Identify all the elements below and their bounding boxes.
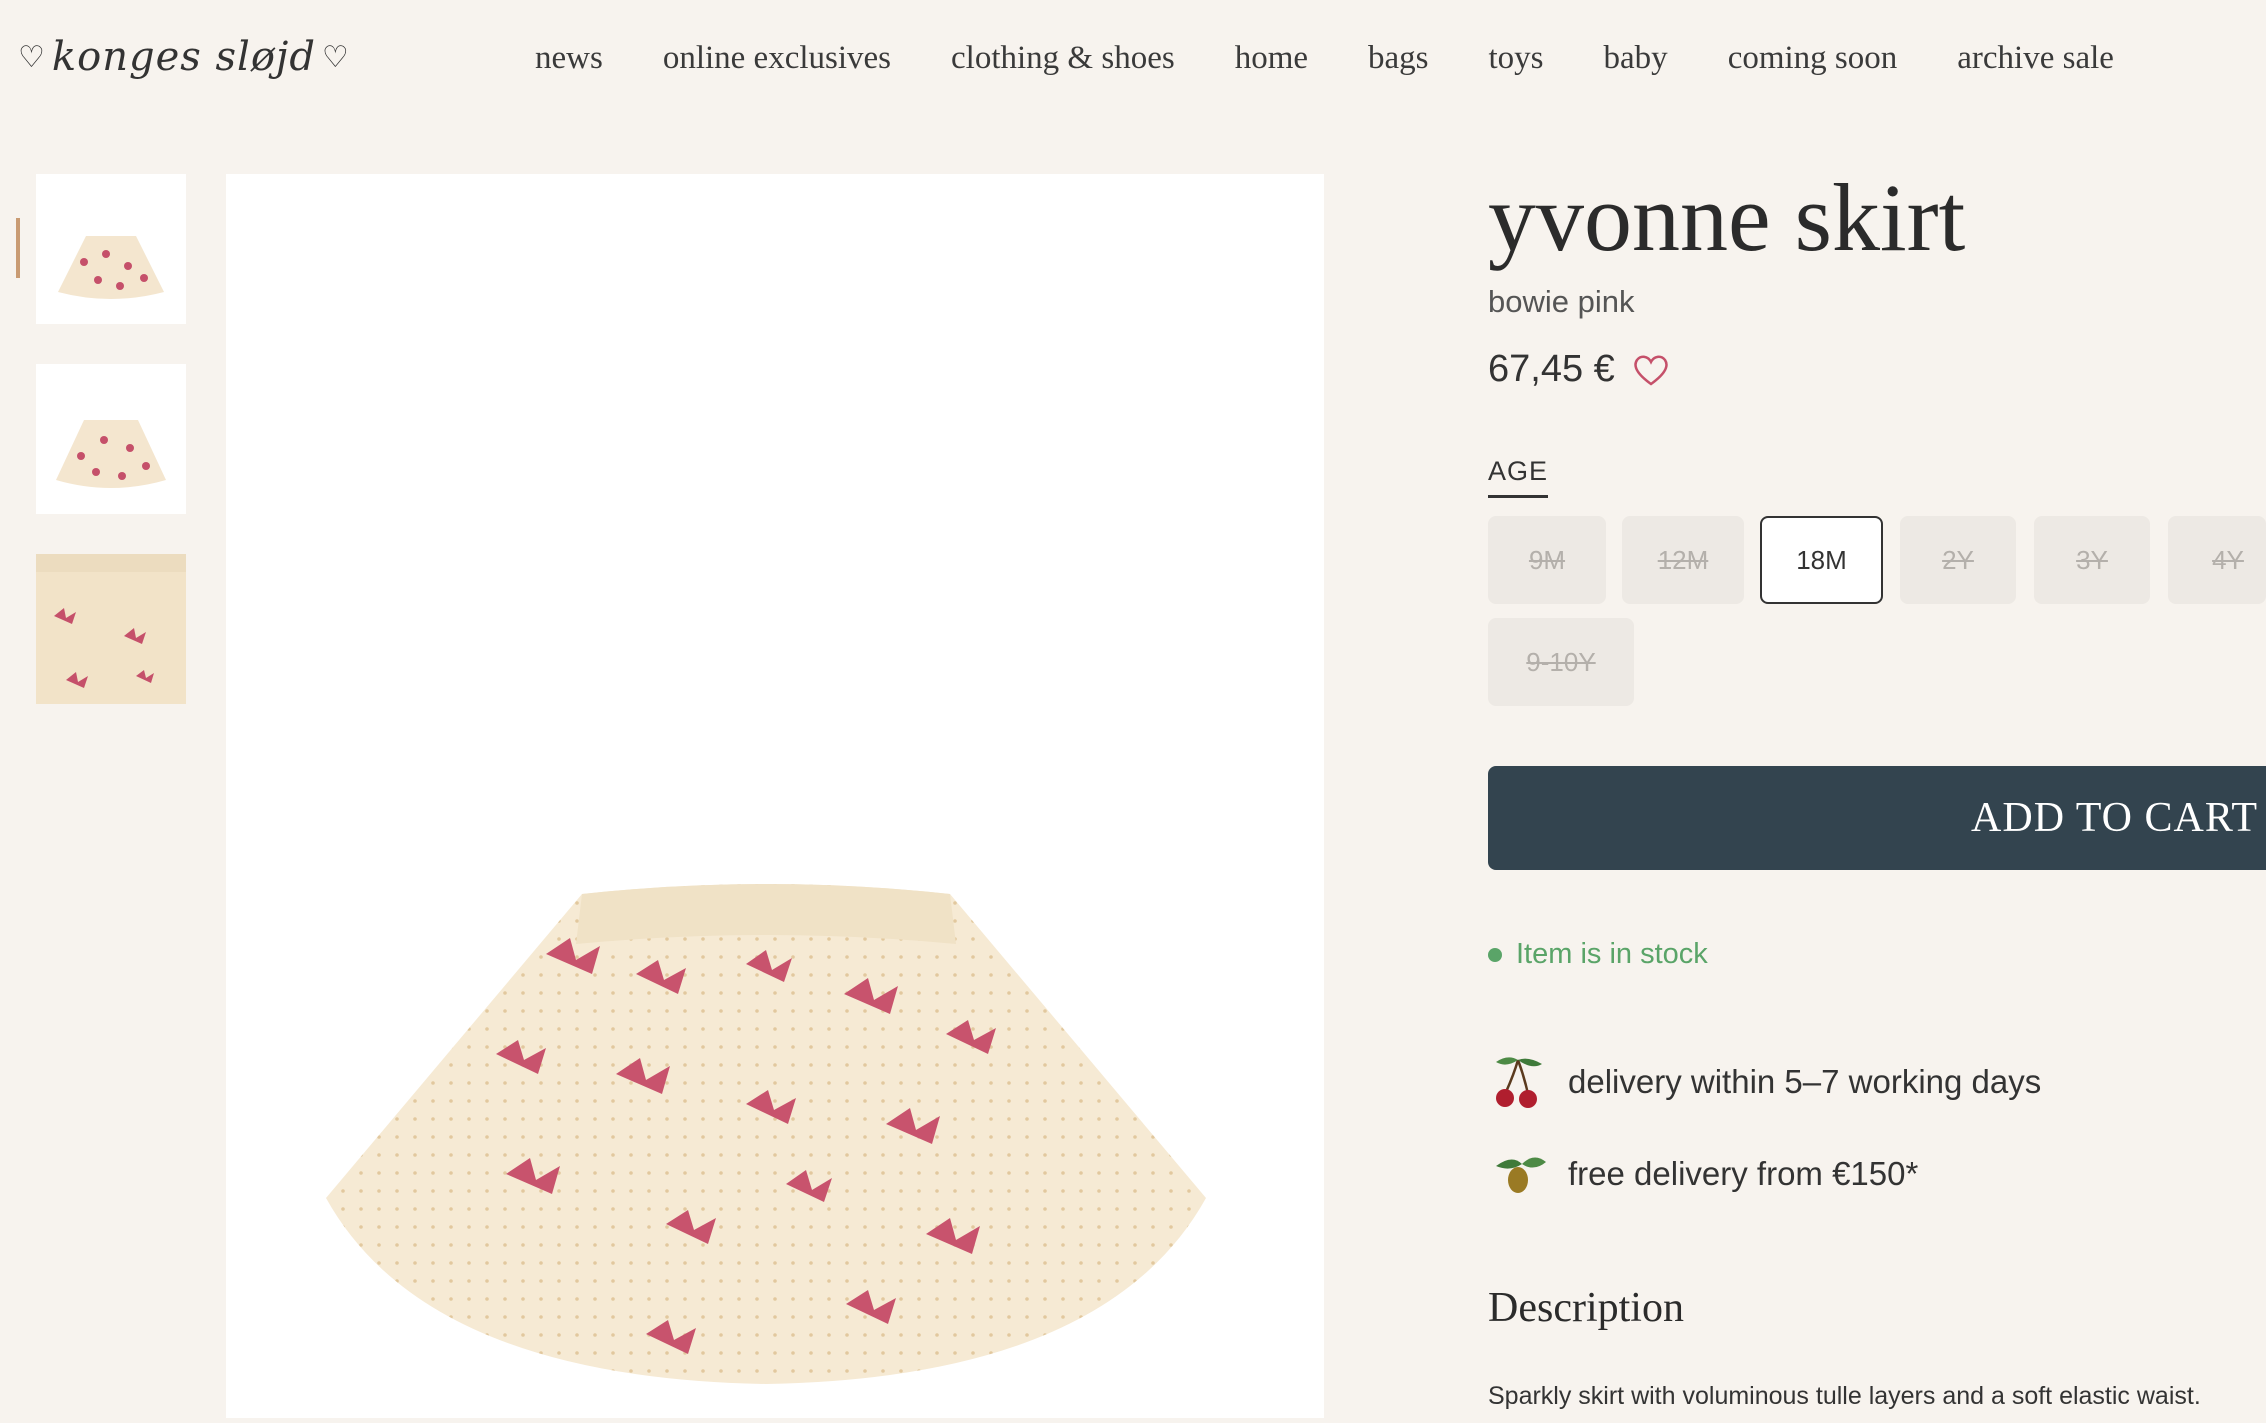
skirt-thumbnail-image — [56, 420, 166, 488]
nav-item-online-exclusives[interactable]: online exclusives — [663, 40, 891, 77]
nav-item-news[interactable]: news — [535, 40, 603, 77]
active-thumbnail-indicator — [16, 218, 20, 278]
heart-icon[interactable] — [1629, 350, 1673, 390]
description-text: Sparkly skirt with voluminous tulle laye… — [1488, 1382, 2201, 1410]
tulle-skirt-image — [326, 884, 1206, 1384]
logo-heart-icon: ♡ — [18, 39, 46, 75]
site-header: ♡ konges sløjd ♡ news online exclusives … — [0, 0, 2266, 130]
olive-icon — [1496, 1157, 1546, 1193]
price-row: 67,45 € — [1488, 348, 2266, 391]
nav-item-bags[interactable]: bags — [1368, 40, 1429, 77]
logo-text: konges sløjd — [51, 34, 316, 80]
delivery-info-text: delivery within 5–7 working days — [1568, 1063, 2042, 1100]
thumbnail-1[interactable] — [36, 174, 186, 324]
skirt-detail-thumbnail-image — [36, 554, 186, 704]
size-option-2y[interactable]: 2Y — [1900, 516, 2016, 604]
size-option-3y[interactable]: 3Y — [2034, 516, 2150, 604]
thumbnail-2[interactable] — [36, 364, 186, 514]
product-variant: bowie pink — [1488, 284, 1635, 319]
size-option-18m[interactable]: 18M — [1760, 516, 1883, 604]
nav-item-toys[interactable]: toys — [1489, 40, 1544, 77]
age-label: AGE — [1488, 456, 1549, 498]
nav-item-coming-soon[interactable]: coming soon — [1728, 40, 1898, 77]
thumbnail-3[interactable] — [36, 554, 186, 704]
free-delivery-info: free delivery from €150* — [1488, 1146, 1918, 1202]
free-delivery-text: free delivery from €150* — [1568, 1155, 1919, 1192]
size-option-9m[interactable]: 9M — [1488, 516, 1606, 604]
add-to-cart-button[interactable]: ADD TO CART — [1488, 766, 2266, 870]
product-price: 67,45 € — [1488, 348, 1615, 390]
logo-heart-icon: ♡ — [321, 39, 350, 75]
size-option-9-10y[interactable]: 9-10Y — [1488, 618, 1634, 706]
cherry-icon — [1496, 1057, 1542, 1108]
main-nav: news online exclusives clothing & shoes … — [535, 40, 2114, 77]
product-main-image[interactable] — [226, 174, 1324, 1418]
in-stock-dot-icon — [1488, 947, 1502, 962]
size-option-12m[interactable]: 12M — [1622, 516, 1744, 604]
brand-logo[interactable]: ♡ konges sløjd ♡ — [18, 34, 350, 80]
description-heading: Description — [1488, 1285, 1684, 1331]
product-title: yvonne skirt — [1488, 164, 1966, 271]
stock-status-text: Item is in stock — [1516, 938, 1708, 970]
nav-item-clothing-shoes[interactable]: clothing & shoes — [951, 40, 1175, 77]
nav-item-home[interactable]: home — [1235, 40, 1308, 77]
product-info: yvonne skirt bowie pink 67,45 € — [1488, 170, 2266, 391]
nav-item-archive-sale[interactable]: archive sale — [1957, 40, 2114, 77]
nav-item-baby[interactable]: baby — [1604, 40, 1668, 77]
delivery-info: delivery within 5–7 working days — [1488, 1054, 2041, 1110]
stock-status: Item is in stock — [1488, 938, 1708, 971]
size-option-4y[interactable]: 4Y — [2168, 516, 2266, 604]
skirt-thumbnail-image — [58, 236, 164, 299]
